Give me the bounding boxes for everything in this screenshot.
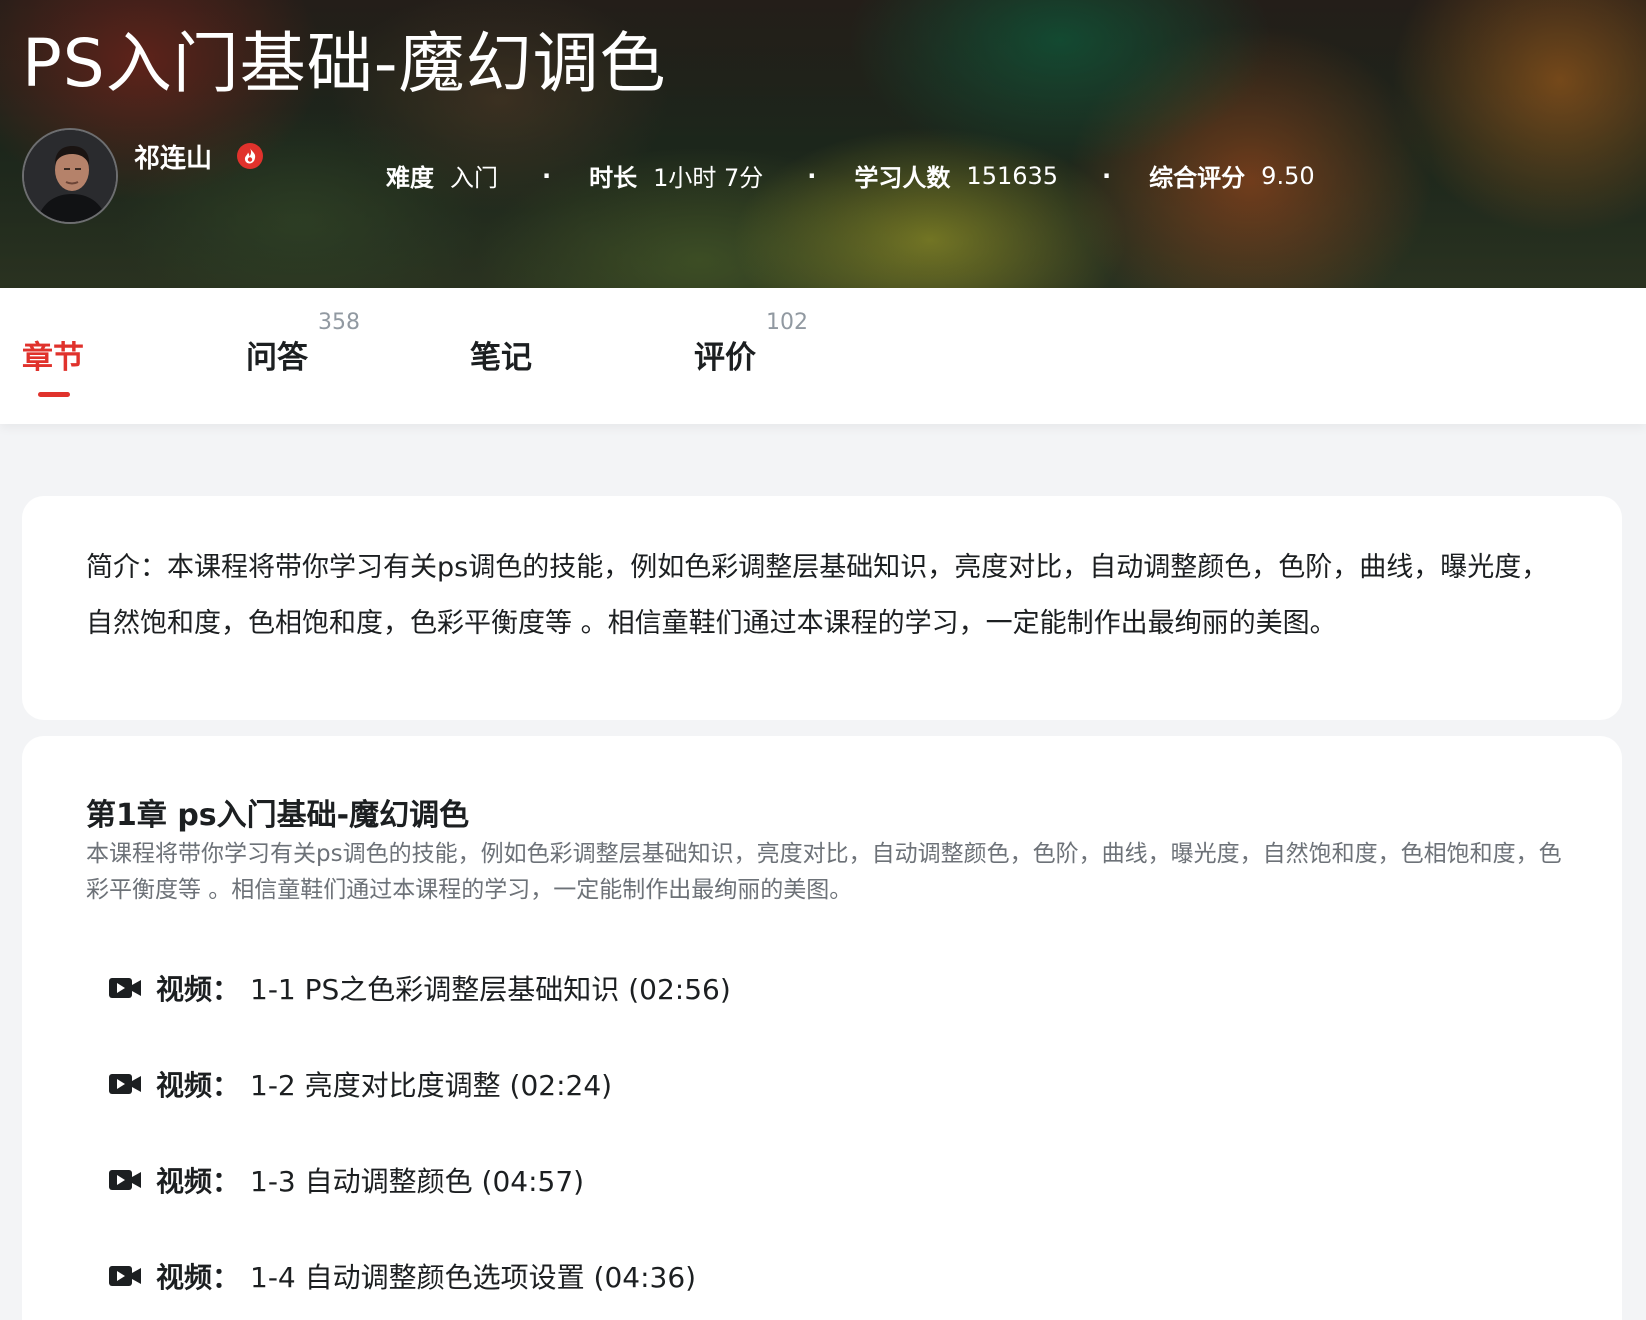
video-camera-icon bbox=[109, 1266, 141, 1286]
lesson-type-label: 视频： bbox=[156, 1261, 241, 1294]
stat-label-rating: 综合评分 bbox=[1149, 164, 1246, 192]
lesson-title[interactable]: 1-4 自动调整颜色选项设置 (04:36) bbox=[250, 1256, 696, 1296]
stat-separator: · bbox=[542, 161, 552, 190]
tab-reviews[interactable]: 评价 bbox=[694, 332, 756, 377]
stat-label-learners: 学习人数 bbox=[854, 164, 951, 192]
chapter-card: 第1章 ps入门基础-魔幻调色 本课程将带你学习有关ps调色的技能，例如色彩调整… bbox=[22, 736, 1622, 1320]
lesson-title[interactable]: 1-1 PS之色彩调整层基础知识 (02:56) bbox=[250, 968, 731, 1008]
course-stats: 难度 入门 · 时长 1小时 7分 · 学习人数 151635 · 综合评分 9… bbox=[386, 158, 1315, 193]
teacher-avatar[interactable] bbox=[22, 128, 118, 224]
course-intro-text: 简介：本课程将带你学习有关ps调色的技能，例如色彩调整层基础知识，亮度对比，自动… bbox=[86, 552, 1549, 639]
stat-value-rating: 9.50 bbox=[1261, 161, 1315, 190]
stat-separator: · bbox=[1102, 161, 1112, 190]
course-intro-card: 简介：本课程将带你学习有关ps调色的技能，例如色彩调整层基础知识，亮度对比，自动… bbox=[22, 496, 1622, 720]
stat-value-difficulty: 入门 bbox=[450, 164, 498, 192]
stat-separator: · bbox=[807, 161, 817, 190]
stat-value-duration: 1小时 7分 bbox=[653, 164, 764, 192]
stat-label-duration: 时长 bbox=[589, 164, 638, 192]
lesson-item[interactable]: 视频： 1-4 自动调整颜色选项设置 (04:36) bbox=[108, 1256, 696, 1296]
lesson-item[interactable]: 视频： 1-3 自动调整颜色 (04:57) bbox=[108, 1160, 584, 1200]
course-title: PS入门基础-魔幻调色 bbox=[22, 25, 667, 102]
video-camera-icon bbox=[109, 1074, 141, 1094]
lesson-type-label: 视频： bbox=[156, 1069, 241, 1102]
lesson-item[interactable]: 视频： 1-1 PS之色彩调整层基础知识 (02:56) bbox=[108, 968, 731, 1008]
lesson-item[interactable]: 视频： 1-2 亮度对比度调整 (02:24) bbox=[108, 1064, 612, 1104]
course-banner: PS入门基础-魔幻调色 祁连山 难度 入门 · 时长 1小时 7分 · 学习人数… bbox=[0, 0, 1646, 288]
video-camera-icon bbox=[109, 978, 141, 998]
teacher-name[interactable]: 祁连山 bbox=[134, 138, 212, 175]
course-tabs: 章节 问答 358 笔记 评价 102 bbox=[0, 288, 1646, 424]
video-camera-icon bbox=[109, 1170, 141, 1190]
chapter-title: 第1章 ps入门基础-魔幻调色 bbox=[86, 798, 470, 833]
active-tab-indicator bbox=[38, 392, 70, 397]
lesson-title[interactable]: 1-3 自动调整颜色 (04:57) bbox=[250, 1160, 584, 1200]
tab-qa-count: 358 bbox=[318, 310, 360, 335]
flame-badge-icon bbox=[237, 143, 263, 169]
tab-chapters[interactable]: 章节 bbox=[22, 332, 84, 377]
tab-notes[interactable]: 笔记 bbox=[470, 332, 532, 377]
stat-value-learners: 151635 bbox=[966, 161, 1059, 190]
tab-reviews-count: 102 bbox=[766, 310, 808, 335]
tab-qa[interactable]: 问答 bbox=[246, 332, 308, 377]
lesson-type-label: 视频： bbox=[156, 1165, 241, 1198]
stat-label-difficulty: 难度 bbox=[386, 164, 434, 192]
chapter-description: 本课程将带你学习有关ps调色的技能，例如色彩调整层基础知识，亮度对比，自动调整颜… bbox=[86, 841, 1562, 903]
lesson-type-label: 视频： bbox=[156, 973, 241, 1006]
lesson-title[interactable]: 1-2 亮度对比度调整 (02:24) bbox=[250, 1064, 612, 1104]
